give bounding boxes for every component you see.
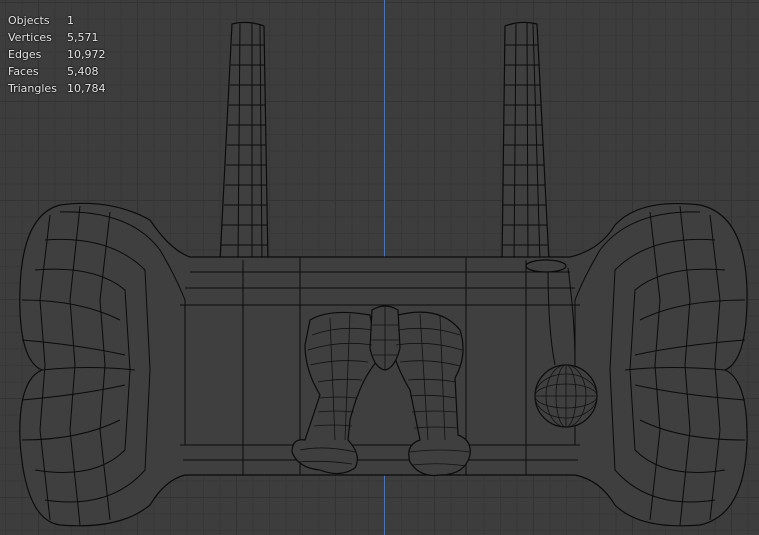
right-handle <box>501 21 550 266</box>
stat-label: Edges <box>8 48 42 61</box>
scene-statistics: Objects 1 Vertices 5,571 Edges 10,972 Fa… <box>8 12 106 97</box>
stat-value: 10,972 <box>67 48 106 61</box>
stat-value: 5,408 <box>67 65 99 78</box>
stat-row-vertices: Vertices 5,571 <box>8 29 106 46</box>
stat-value: 1 <box>67 14 74 27</box>
3d-viewport[interactable]: Objects 1 Vertices 5,571 Edges 10,972 Fa… <box>0 0 759 535</box>
stat-row-faces: Faces 5,408 <box>8 63 106 80</box>
left-handle <box>219 21 269 266</box>
wireframe-mesh[interactable] <box>0 0 759 535</box>
stat-value: 5,571 <box>67 31 99 44</box>
stat-row-edges: Edges 10,972 <box>8 46 106 63</box>
stat-label: Objects <box>8 14 50 27</box>
stat-row-objects: Objects 1 <box>8 12 106 29</box>
stat-label: Faces <box>8 65 39 78</box>
stat-value: 10,784 <box>67 82 106 95</box>
stat-label: Vertices <box>8 31 52 44</box>
stat-label: Triangles <box>8 82 57 95</box>
stat-row-triangles: Triangles 10,784 <box>8 80 106 97</box>
